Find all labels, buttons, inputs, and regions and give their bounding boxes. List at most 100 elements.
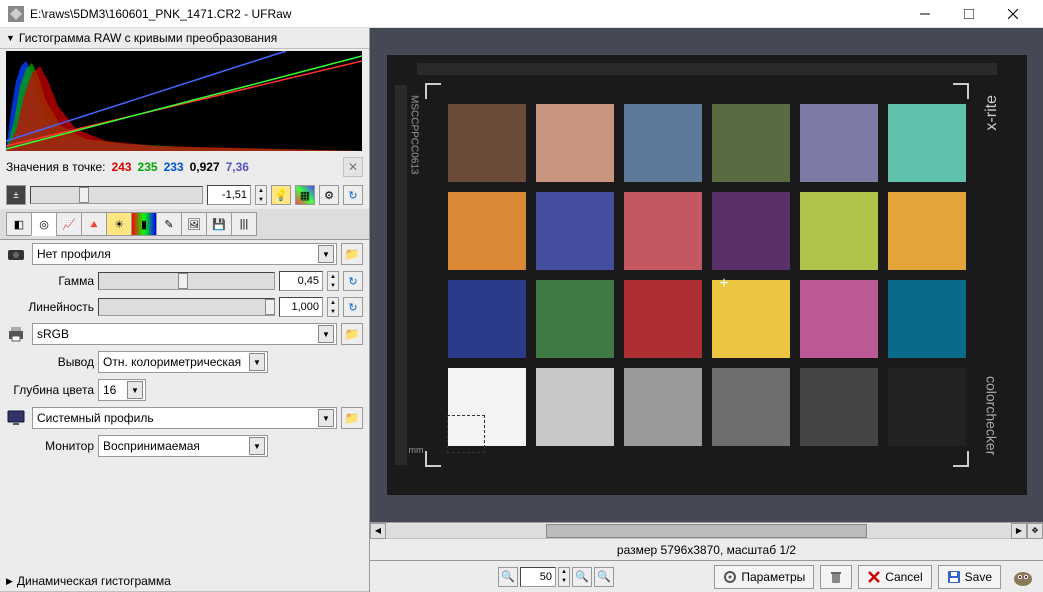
live-histogram-header[interactable]: ▶ Динамическая гистограмма <box>0 571 369 592</box>
gamma-reset-button[interactable]: ↻ <box>343 271 363 291</box>
exposure-row: ± ▲▼ 💡 ▦ ⚙ ↻ <box>0 181 369 209</box>
spot-label: Значения в точке: <box>6 160 106 174</box>
color-swatch <box>800 368 878 446</box>
monitor-intent-label: Монитор <box>6 439 94 453</box>
gear-icon <box>723 570 737 584</box>
tab-base-curve[interactable]: 📈 <box>56 212 82 236</box>
serial-text: MSCCPPCC0613 <box>409 95 420 174</box>
delete-button[interactable] <box>820 565 852 589</box>
exposure-refresh-button[interactable]: ↻ <box>343 185 363 205</box>
spot-b: 233 <box>164 160 184 174</box>
trash-icon <box>829 570 843 584</box>
save-icon <box>947 570 961 584</box>
tab-lightness[interactable]: ☀ <box>106 212 132 236</box>
color-swatch <box>800 104 878 182</box>
minimize-button[interactable] <box>903 0 947 28</box>
preview-hscrollbar[interactable]: ◀ ▶ ✥ <box>370 522 1043 538</box>
zoom-spinner[interactable]: ▲▼ <box>558 567 570 587</box>
spot-ev: 0,927 <box>190 160 220 174</box>
close-button[interactable] <box>991 0 1035 28</box>
raw-histogram[interactable] <box>6 51 362 151</box>
exposure-spinner[interactable]: ▲▼ <box>255 185 267 205</box>
right-panel: MSCCPPCC0613 mm x-rite colorchecker + ◀ … <box>370 28 1043 592</box>
gamma-input[interactable] <box>279 271 323 291</box>
brand-panel: x-rite colorchecker <box>972 95 1012 455</box>
spot-marker[interactable] <box>447 415 485 453</box>
color-swatch <box>624 104 702 182</box>
input-profile-combo[interactable]: Нет профиля▼ <box>32 243 337 265</box>
linearity-reset-button[interactable]: ↻ <box>343 297 363 317</box>
zoom-out-button[interactable]: 🔍 <box>498 567 518 587</box>
tab-crop[interactable]: 🖼 <box>181 212 207 236</box>
pan-button[interactable]: ✥ <box>1027 523 1043 539</box>
exposure-reset-button[interactable]: ⚙ <box>319 185 339 205</box>
tab-color[interactable]: 🔺 <box>81 212 107 236</box>
zoom-input[interactable] <box>520 567 556 587</box>
bit-depth-combo[interactable]: 16▼ <box>98 379 146 401</box>
bottom-toolbar: 🔍 ▲▼ 🔍 🔍 Параметры Cancel Save <box>370 560 1043 592</box>
monitor-icon <box>6 408 26 428</box>
tab-strip: ◧ ◎ 📈 🔺 ☀ ▮ ✎ 🖼 💾 ||| <box>0 209 369 240</box>
linearity-spinner[interactable]: ▲▼ <box>327 297 339 317</box>
output-profile-row: sRGB▼ 📁 <box>0 320 369 348</box>
options-button[interactable]: Параметры <box>714 565 814 589</box>
color-swatch <box>888 368 966 446</box>
gimp-icon[interactable] <box>1011 565 1035 589</box>
color-swatch <box>624 280 702 358</box>
gamma-slider[interactable] <box>98 272 275 290</box>
exposure-icon: ± <box>6 185 26 205</box>
color-swatch <box>448 104 526 182</box>
raw-histogram-title: Гистограмма RAW с кривыми преобразования <box>19 31 277 45</box>
display-profile-combo[interactable]: Системный профиль▼ <box>32 407 337 429</box>
input-profile-browse[interactable]: 📁 <box>341 243 363 265</box>
app-icon <box>8 6 24 22</box>
corner-marker <box>425 83 441 99</box>
output-intent-combo[interactable]: Отн. колориметрическая▼ <box>98 351 268 373</box>
cancel-icon <box>867 570 881 584</box>
tab-save[interactable]: 💾 <box>206 212 232 236</box>
tab-grayscale[interactable]: ▮ <box>131 212 157 236</box>
tab-wb[interactable]: ◧ <box>6 212 32 236</box>
cancel-button[interactable]: Cancel <box>858 565 931 589</box>
exposure-input[interactable] <box>207 185 251 205</box>
color-swatch <box>448 280 526 358</box>
corner-marker <box>425 451 441 467</box>
spot-reset-button[interactable]: ✕ <box>343 157 363 177</box>
raw-histogram-header[interactable]: ▼ Гистограмма RAW с кривыми преобразован… <box>0 28 369 49</box>
ruler-left <box>395 85 407 465</box>
linearity-label: Линейность <box>6 300 94 314</box>
spot-g: 235 <box>138 160 158 174</box>
exposure-slider[interactable] <box>30 186 203 204</box>
zoom-in-button[interactable]: 🔍 <box>572 567 592 587</box>
scroll-left-button[interactable]: ◀ <box>370 523 386 539</box>
color-swatch <box>800 192 878 270</box>
image-info: размер 5796x3870, масштаб 1/2 <box>370 538 1043 560</box>
titlebar: E:\raws\5DM3\160601_PNK_1471.CR2 - UFRaw <box>0 0 1043 28</box>
linearity-slider[interactable] <box>98 298 275 316</box>
output-profile-combo[interactable]: sRGB▼ <box>32 323 337 345</box>
preview-image: MSCCPPCC0613 mm x-rite colorchecker + <box>387 55 1027 495</box>
spot-r: 243 <box>112 160 132 174</box>
auto-exposure-button[interactable]: 💡 <box>271 185 291 205</box>
tab-lens[interactable]: ✎ <box>156 212 182 236</box>
save-button[interactable]: Save <box>938 565 1001 589</box>
mm-label: mm <box>409 445 424 455</box>
output-profile-browse[interactable]: 📁 <box>341 323 363 345</box>
preview-area[interactable]: MSCCPPCC0613 mm x-rite colorchecker + <box>370 28 1043 522</box>
spot-temp: 7,36 <box>226 160 249 174</box>
tab-color-mgmt[interactable]: ◎ <box>31 212 57 236</box>
restore-clip-button[interactable]: ▦ <box>295 185 315 205</box>
scroll-right-button[interactable]: ▶ <box>1011 523 1027 539</box>
linearity-input[interactable] <box>279 297 323 317</box>
xrite-logo: x-rite <box>983 95 1001 131</box>
window-title: E:\raws\5DM3\160601_PNK_1471.CR2 - UFRaw <box>30 7 903 21</box>
maximize-button[interactable] <box>947 0 991 28</box>
gamma-spinner[interactable]: ▲▼ <box>327 271 339 291</box>
monitor-intent-combo[interactable]: Воспринимаемая▼ <box>98 435 268 457</box>
zoom-fit-button[interactable]: 🔍 <box>594 567 614 587</box>
ruler-top <box>417 63 997 75</box>
color-swatch <box>712 192 790 270</box>
tab-exif[interactable]: ||| <box>231 212 257 236</box>
display-profile-browse[interactable]: 📁 <box>341 407 363 429</box>
color-swatch <box>712 368 790 446</box>
